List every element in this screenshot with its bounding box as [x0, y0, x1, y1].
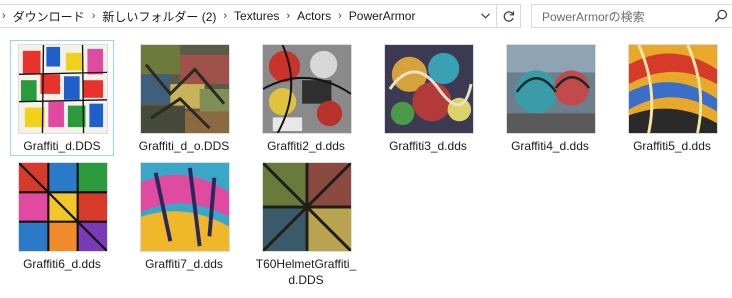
chevron-down-icon[interactable] — [476, 5, 494, 27]
search-input[interactable]: PowerArmorの検索 — [532, 8, 710, 25]
file-item-t60-helmet-graffiti-d[interactable]: T60HelmetGraffiti_d.DDS — [254, 158, 358, 294]
file-item-graffiti5-d[interactable]: Graffiti5_d.dds — [620, 40, 724, 156]
texture-thumbnail — [262, 44, 352, 134]
breadcrumb-chevron-icon[interactable]: › — [92, 10, 96, 22]
texture-thumbnail — [506, 44, 596, 134]
breadcrumb-item-new-folder-2[interactable]: 新しいフォルダー (2) — [102, 5, 216, 27]
texture-thumbnail — [18, 162, 108, 252]
texture-thumbnail — [140, 44, 230, 134]
breadcrumb-item-powerarmor[interactable]: PowerArmor — [349, 5, 416, 27]
file-list: Graffiti_d.DDS Graffiti_d_o.DDS Graffiti… — [10, 40, 732, 298]
file-name: Graffiti3_d.dds — [389, 139, 467, 153]
breadcrumb-item-downloads[interactable]: ダウンロード — [13, 5, 85, 27]
texture-thumbnail — [628, 44, 718, 134]
texture-thumbnail — [384, 44, 474, 134]
texture-thumbnail — [18, 44, 108, 134]
file-name: Graffiti5_d.dds — [633, 139, 711, 153]
file-name: Graffiti7_d.dds — [145, 257, 223, 271]
file-name: Graffiti_d.DDS — [23, 139, 101, 153]
search-box[interactable]: PowerArmorの検索 — [531, 4, 732, 28]
breadcrumb-chevron-icon[interactable]: › — [286, 10, 290, 22]
file-name: Graffiti4_d.dds — [511, 139, 589, 153]
file-item-graffiti-d[interactable]: Graffiti_d.DDS — [10, 40, 114, 156]
file-name: Graffiti6_d.dds — [23, 257, 101, 271]
address-bar-row: › ダウンロード › 新しいフォルダー (2) › Textures › Act… — [0, 0, 732, 32]
refresh-icon[interactable] — [496, 5, 520, 27]
file-name: Graffiti_d_o.DDS — [138, 139, 230, 153]
file-name: Graffiti2_d.dds — [267, 139, 345, 153]
file-name: T60HelmetGraffiti_d.DDS — [255, 257, 357, 287]
search-icon[interactable] — [710, 5, 732, 27]
texture-thumbnail — [262, 162, 352, 252]
file-item-graffiti6-d[interactable]: Graffiti6_d.dds — [10, 158, 114, 274]
breadcrumb-root-chevron-icon[interactable]: › — [2, 10, 6, 22]
file-item-graffiti-d-o[interactable]: Graffiti_d_o.DDS — [132, 40, 236, 156]
breadcrumb-item-actors[interactable]: Actors — [297, 5, 331, 27]
breadcrumb-chevron-icon[interactable]: › — [223, 10, 227, 22]
address-bar[interactable]: › ダウンロード › 新しいフォルダー (2) › Textures › Act… — [0, 4, 521, 28]
breadcrumb-chevron-icon[interactable]: › — [338, 10, 342, 22]
file-item-graffiti2-d[interactable]: Graffiti2_d.dds — [254, 40, 358, 156]
texture-thumbnail — [140, 162, 230, 252]
breadcrumb-item-textures[interactable]: Textures — [234, 5, 279, 27]
file-item-graffiti7-d[interactable]: Graffiti7_d.dds — [132, 158, 236, 274]
file-item-graffiti4-d[interactable]: Graffiti4_d.dds — [498, 40, 602, 156]
file-item-graffiti3-d[interactable]: Graffiti3_d.dds — [376, 40, 480, 156]
